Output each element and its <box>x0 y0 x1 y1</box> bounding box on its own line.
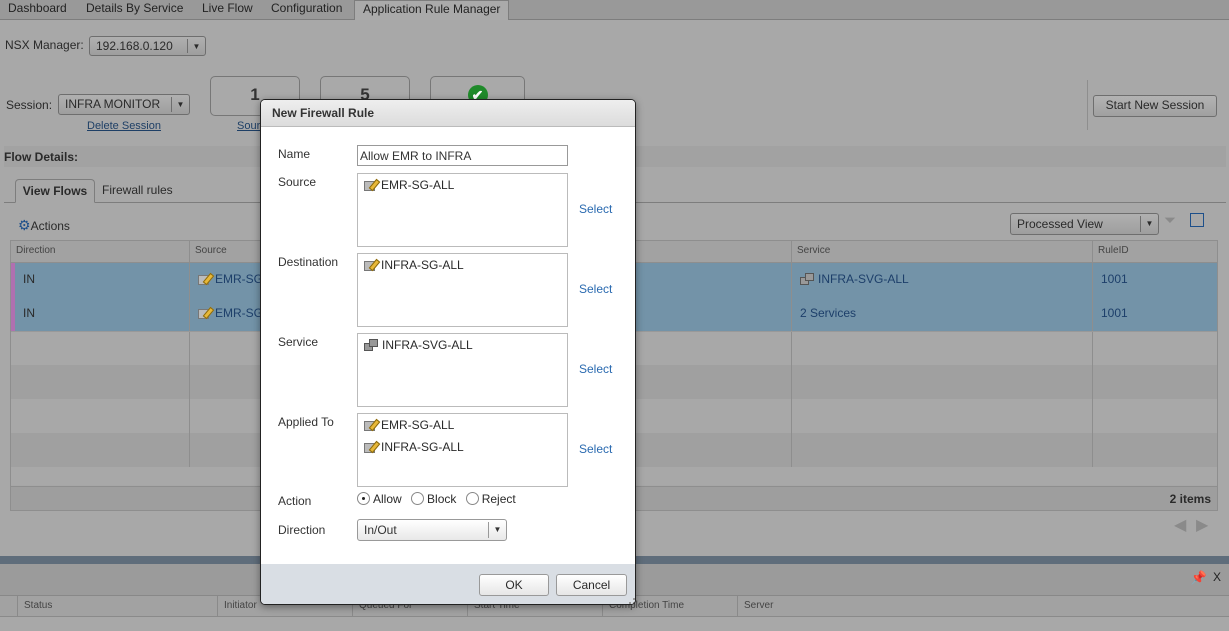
view-select-value: Processed View <box>1017 217 1103 231</box>
cell-ruleid: 1001 <box>1101 272 1128 286</box>
close-icon[interactable]: X <box>1213 570 1221 584</box>
pin-icon[interactable]: 📌 <box>1191 570 1207 586</box>
radio-icon <box>411 492 425 505</box>
session-label: Session: <box>6 98 53 112</box>
dialog-footer: OK Cancel <box>261 564 635 604</box>
radio-icon <box>357 492 370 505</box>
resize-handle[interactable] <box>629 598 635 604</box>
applied-to-label: Applied To <box>278 415 334 429</box>
tab-application-rule-manager[interactable]: Application Rule Manager <box>354 0 510 20</box>
nsx-manager-value: 192.168.0.120 <box>96 39 173 53</box>
clear-filter-icon[interactable]: ⏷ <box>1164 212 1176 229</box>
chevron-down-icon: ▼ <box>187 39 205 53</box>
start-new-session-button[interactable]: Start New Session <box>1093 95 1217 117</box>
session-value: INFRA MONITOR <box>65 97 161 111</box>
cancel-button[interactable]: Cancel <box>556 574 627 596</box>
action-radio-group: Allow Block Reject <box>357 492 516 506</box>
destination-list[interactable]: INFRA-SG-ALL <box>357 253 568 327</box>
previous-page-icon[interactable]: ◀ <box>1174 515 1186 535</box>
radio-label: Reject <box>481 492 516 506</box>
session-select[interactable]: INFRA MONITOR ▼ <box>58 94 190 115</box>
applied-to-item: EMR-SG-ALL <box>381 418 455 432</box>
name-input[interactable] <box>357 145 568 166</box>
security-group-icon <box>364 419 377 431</box>
tab-dashboard[interactable]: Dashboard <box>0 0 75 20</box>
column-header-status[interactable]: Status <box>18 596 218 616</box>
service-list[interactable]: INFRA-SVG-ALL <box>357 333 568 407</box>
cell-ruleid: 1001 <box>1101 306 1128 320</box>
radio-reject[interactable]: Reject <box>465 492 516 506</box>
main-tab-bar: Dashboard Details By Service Live Flow C… <box>0 0 1229 20</box>
applied-to-item: INFRA-SG-ALL <box>381 440 464 454</box>
direction-label: Direction <box>278 523 326 537</box>
source-item: EMR-SG-ALL <box>381 178 455 192</box>
new-firewall-rule-dialog: New Firewall Rule Name Source EMR-SG-ALL… <box>260 99 636 605</box>
column-header-server[interactable]: Server <box>738 596 1229 616</box>
divider <box>1087 80 1088 130</box>
cell-service[interactable]: 2 Services <box>792 297 1093 331</box>
service-item: INFRA-SVG-ALL <box>382 338 473 352</box>
tab-details-by-service[interactable]: Details By Service <box>78 0 191 20</box>
service-value[interactable]: INFRA-SVG-ALL <box>818 272 909 286</box>
flow-details-heading: Flow Details: <box>4 150 79 164</box>
nsx-manager-select[interactable]: 192.168.0.120 ▼ <box>89 36 206 56</box>
destination-label: Destination <box>278 255 339 269</box>
column-header-ruleid[interactable]: RuleID <box>1093 241 1217 263</box>
tab-view-flows[interactable]: View Flows <box>15 179 95 203</box>
radio-icon <box>465 492 479 505</box>
security-group-icon <box>198 273 211 285</box>
ok-button[interactable]: OK <box>479 574 549 596</box>
chevron-down-icon: ▼ <box>171 97 189 112</box>
summary-sources-count: 1 <box>250 85 260 104</box>
gear-icon: ⚙ <box>18 217 31 233</box>
destination-item: INFRA-SG-ALL <box>381 258 464 272</box>
source-select-link[interactable]: Select <box>579 202 612 216</box>
actions-button[interactable]: ⚙Actions <box>18 217 70 234</box>
service-label: Service <box>278 335 319 349</box>
cell-direction: IN <box>15 297 190 331</box>
source-label: Source <box>278 175 317 189</box>
radio-allow[interactable]: Allow <box>357 492 402 506</box>
direction-select[interactable]: In/Out ▼ <box>357 519 507 541</box>
column-header-direction[interactable]: Direction <box>11 241 190 263</box>
action-label: Action <box>278 494 312 508</box>
nsx-manager-label: NSX Manager: <box>5 38 84 52</box>
tab-firewall-rules[interactable]: Firewall rules <box>102 183 173 197</box>
radio-label: Allow <box>373 492 402 506</box>
column-chooser-icon[interactable] <box>1190 213 1204 227</box>
security-group-icon <box>364 179 377 191</box>
source-list[interactable]: EMR-SG-ALL <box>357 173 568 247</box>
cell-direction: IN <box>15 263 190 297</box>
security-group-icon <box>364 259 377 271</box>
name-label: Name <box>278 147 311 161</box>
applied-to-select-link[interactable]: Select <box>579 442 612 456</box>
tab-live-flow[interactable]: Live Flow <box>194 0 261 20</box>
service-group-icon <box>800 273 814 285</box>
column-header-service[interactable]: Service <box>792 241 1093 263</box>
radio-block[interactable]: Block <box>411 492 456 506</box>
security-group-icon <box>198 307 211 319</box>
service-group-icon <box>364 339 378 351</box>
tab-configuration[interactable]: Configuration <box>263 0 350 20</box>
view-select[interactable]: Processed View ▼ <box>1010 213 1159 235</box>
chevron-down-icon: ▼ <box>488 522 506 538</box>
service-select-link[interactable]: Select <box>579 362 612 376</box>
item-count: 2 items <box>1169 492 1211 506</box>
cell-service: INFRA-SVG-ALL <box>792 263 1093 297</box>
security-group-icon <box>364 441 377 453</box>
applied-to-list[interactable]: EMR-SG-ALL INFRA-SG-ALL <box>357 413 568 487</box>
radio-label: Block <box>427 492 457 506</box>
dialog-title: New Firewall Rule <box>261 100 635 127</box>
delete-session-link[interactable]: Delete Session <box>87 120 161 132</box>
destination-select-link[interactable]: Select <box>579 282 612 296</box>
actions-label: Actions <box>30 219 70 233</box>
chevron-down-icon: ▼ <box>1140 216 1158 232</box>
next-page-icon[interactable]: ▶ <box>1196 515 1208 535</box>
direction-value: In/Out <box>364 523 397 537</box>
